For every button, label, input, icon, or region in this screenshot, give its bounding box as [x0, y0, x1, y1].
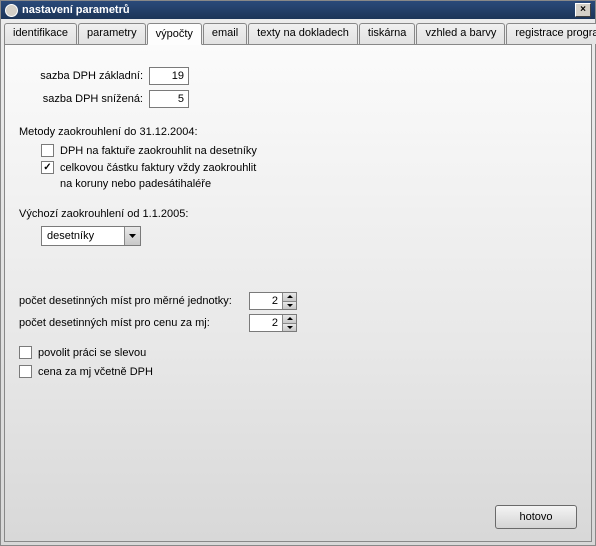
close-button[interactable]: ×	[575, 3, 591, 17]
round-dph-label: DPH na faktuře zaokrouhlit na desetníky	[60, 145, 257, 157]
decimals-units-label: počet desetinných míst pro měrné jednotk…	[19, 295, 249, 307]
spin-down-icon[interactable]	[283, 302, 296, 310]
tab-vzhled[interactable]: vzhled a barvy	[416, 23, 505, 44]
system-icon	[5, 4, 18, 17]
tab-texty[interactable]: texty na dokladech	[248, 23, 358, 44]
window-title: nastavení parametrů	[22, 4, 575, 16]
tab-vypocty[interactable]: výpočty	[147, 23, 202, 45]
rounding-new-heading: Výchozí zaokrouhlení od 1.1.2005:	[19, 208, 577, 220]
vat-base-input[interactable]	[149, 67, 189, 85]
decimals-units-spinner[interactable]: 2	[249, 292, 297, 310]
tab-strip: identifikace parametry výpočty email tex…	[1, 19, 595, 44]
chevron-down-icon	[124, 227, 140, 245]
rounding-dropdown[interactable]: desetníky	[41, 226, 141, 246]
tab-registrace[interactable]: registrace programu	[506, 23, 596, 44]
vat-base-label: sazba DPH základní:	[19, 70, 149, 82]
round-total-label: celkovou částku faktury vždy zaokrouhlit	[60, 162, 256, 174]
tab-tiskarna[interactable]: tiskárna	[359, 23, 416, 44]
round-total-checkbox[interactable]	[41, 161, 54, 174]
tab-identifikace[interactable]: identifikace	[4, 23, 77, 44]
round-dph-checkbox[interactable]	[41, 144, 54, 157]
vat-reduced-label: sazba DPH snížená:	[19, 93, 149, 105]
round-total-label2: na koruny nebo padesátihaléře	[60, 178, 211, 190]
decimals-units-value: 2	[250, 293, 282, 309]
decimals-price-label: počet desetinných míst pro cenu za mj:	[19, 317, 249, 329]
rounding-old-heading: Metody zaokrouhlení do 31.12.2004:	[19, 126, 577, 138]
spin-up-icon[interactable]	[283, 315, 296, 324]
tab-panel: sazba DPH základní: sazba DPH snížená: M…	[4, 44, 592, 542]
spin-down-icon[interactable]	[283, 324, 296, 332]
title-bar: nastavení parametrů ×	[1, 1, 595, 19]
price-vat-label: cena za mj včetně DPH	[38, 366, 153, 378]
rounding-dropdown-value: desetníky	[42, 227, 124, 245]
ok-button[interactable]: hotovo	[495, 505, 577, 529]
allow-discount-label: povolit práci se slevou	[38, 347, 146, 359]
allow-discount-checkbox[interactable]	[19, 346, 32, 359]
price-vat-checkbox[interactable]	[19, 365, 32, 378]
settings-window: nastavení parametrů × identifikace param…	[0, 0, 596, 546]
decimals-price-spinner[interactable]: 2	[249, 314, 297, 332]
vat-reduced-input[interactable]	[149, 90, 189, 108]
tab-email[interactable]: email	[203, 23, 247, 44]
spin-up-icon[interactable]	[283, 293, 296, 302]
decimals-price-value: 2	[250, 315, 282, 331]
tab-parametry[interactable]: parametry	[78, 23, 146, 44]
